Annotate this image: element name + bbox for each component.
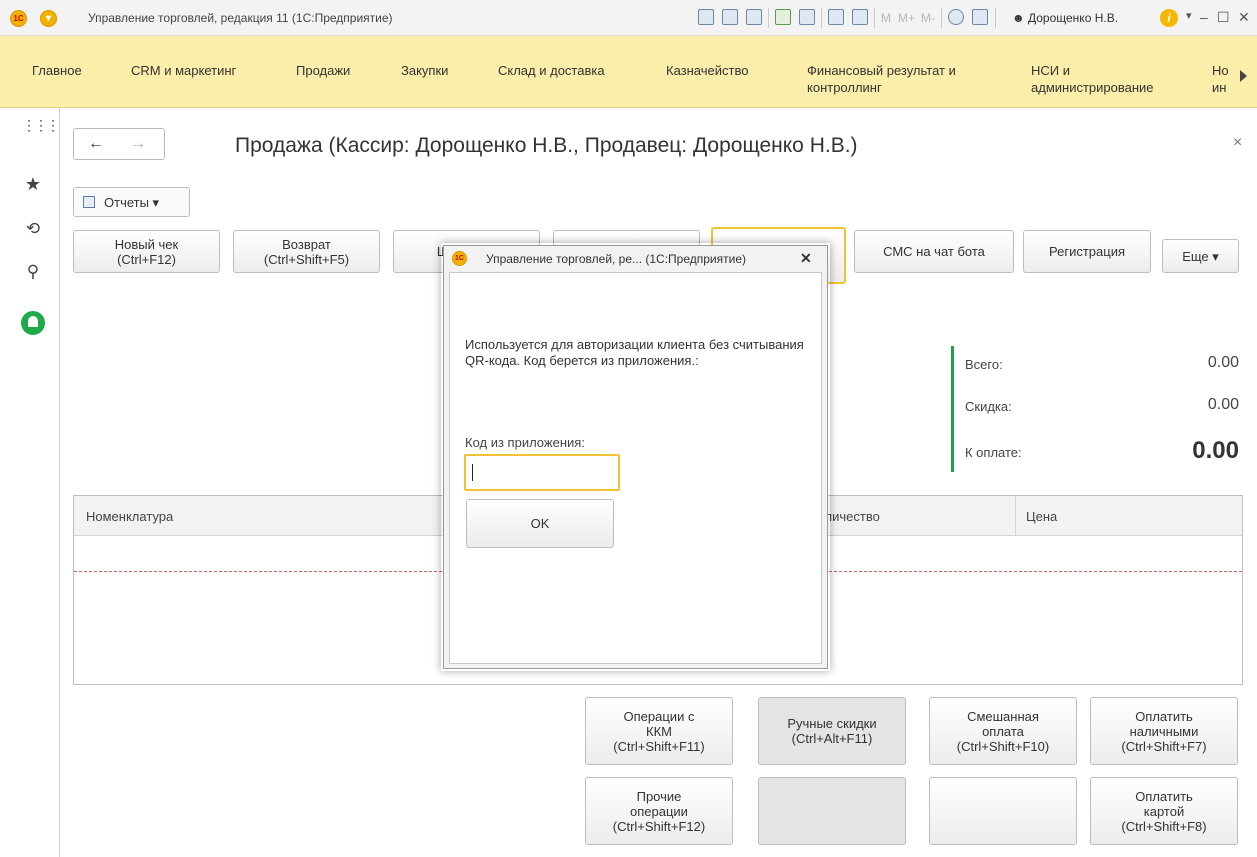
- menu-item-sales[interactable]: Продажи: [296, 62, 350, 79]
- toolbar-separator: [941, 8, 942, 28]
- left-sidebar: ⋮⋮⋮ ★ ⟲ ⚲: [0, 108, 60, 857]
- menu-item-treasury[interactable]: Казначейство: [666, 62, 748, 79]
- page-title: Продажа (Кассир: Дорощенко Н.В., Продаве…: [235, 134, 858, 157]
- menu-item-main[interactable]: Главное: [32, 62, 82, 79]
- app-logo-icon[interactable]: 1С: [10, 10, 27, 27]
- zoom-icon[interactable]: [948, 9, 964, 25]
- maximize-icon[interactable]: ☐: [1217, 9, 1230, 26]
- reports-button[interactable]: Отчеты ▾: [73, 187, 190, 217]
- apps-grid-icon[interactable]: ⋮⋮⋮: [22, 114, 60, 136]
- to-pay-label: К оплате:: [965, 445, 1022, 460]
- reports-label: Отчеты ▾: [104, 195, 160, 210]
- main-menu-dropdown-icon[interactable]: ▾: [40, 10, 57, 27]
- total-label: Всего:: [965, 357, 1003, 372]
- save-icon[interactable]: [698, 9, 714, 25]
- user-name: Дорощенко Н.В.: [1027, 11, 1119, 25]
- menu-scroll-right-icon[interactable]: [1240, 70, 1247, 82]
- total-value: 0.00: [1207, 354, 1239, 371]
- registration-button[interactable]: Регистрация: [1023, 230, 1151, 273]
- to-pay-value: 0.00: [1192, 437, 1239, 464]
- minimize-icon[interactable]: –: [1200, 9, 1208, 25]
- pay-cash-button[interactable]: Оплатить наличными (Ctrl+Shift+F7): [1090, 697, 1238, 765]
- navigation-buttons: ← →: [73, 128, 165, 160]
- upload-icon[interactable]: [775, 9, 791, 25]
- menu-item-truncated[interactable]: Но ин: [1212, 62, 1234, 96]
- notifications-bell-icon[interactable]: [21, 311, 45, 335]
- menu-item-warehouse[interactable]: Склад и доставка: [498, 62, 605, 79]
- dialog-logo-icon: 1С: [452, 251, 467, 266]
- info-icon[interactable]: i: [1160, 9, 1178, 27]
- manual-discounts-button[interactable]: Ручные скидки (Ctrl+Alt+F11): [758, 697, 906, 765]
- window-menu-dropdown-icon[interactable]: ▾: [1186, 9, 1192, 22]
- window-close-icon[interactable]: ✕: [1238, 9, 1250, 26]
- other-operations-button[interactable]: Прочие операции (Ctrl+Shift+F12): [585, 777, 733, 845]
- dialog-title: Управление торговлей, ре... (1С:Предприя…: [486, 252, 746, 266]
- forward-arrow-icon[interactable]: →: [130, 135, 146, 153]
- ok-button[interactable]: OK: [466, 499, 614, 548]
- memory-m-button[interactable]: M: [881, 11, 891, 25]
- summary-accent-bar: [951, 346, 954, 472]
- text-caret: [472, 464, 473, 481]
- memory-minus-button[interactable]: M-: [921, 11, 935, 25]
- window-title: Управление торговлей, редакция 11 (1С:Пр…: [88, 11, 393, 25]
- history-icon[interactable]: ⟲: [22, 218, 44, 240]
- discount-value: 0.00: [1207, 396, 1239, 413]
- menu-item-financial-result[interactable]: Финансовый результат и контроллинг: [807, 62, 956, 96]
- calculator-icon[interactable]: [828, 9, 844, 25]
- pay-card-button[interactable]: Оплатить картой (Ctrl+Shift+F8): [1090, 777, 1238, 845]
- sms-chatbot-button[interactable]: СМС на чат бота: [854, 230, 1014, 273]
- dialog-titlebar: 1С Управление торговлей, ре... (1С:Предп…: [444, 246, 827, 272]
- favorites-star-icon[interactable]: ★: [22, 173, 44, 195]
- column-separator: [1015, 496, 1016, 536]
- menu-item-master-data[interactable]: НСИ и администрирование: [1031, 62, 1154, 96]
- search-icon[interactable]: ⚲: [22, 261, 44, 283]
- column-header-price[interactable]: Цена: [1026, 509, 1057, 524]
- dialog-message: Используется для авторизации клиента без…: [465, 337, 804, 368]
- discount-label: Скидка:: [965, 399, 1012, 414]
- app-code-input[interactable]: [464, 454, 620, 491]
- menu-item-purchases[interactable]: Закупки: [401, 62, 448, 79]
- app-code-label: Код из приложения:: [465, 435, 585, 450]
- empty-button[interactable]: [758, 777, 906, 845]
- calendar-icon[interactable]: [852, 9, 868, 25]
- dialog-close-icon[interactable]: ✕: [800, 250, 812, 267]
- new-receipt-button[interactable]: Новый чек (Ctrl+F12): [73, 230, 220, 273]
- dialog-body: Используется для авторизации клиента без…: [449, 272, 822, 664]
- column-header-nomenclature[interactable]: Номенклатура: [86, 509, 173, 524]
- menu-item-crm[interactable]: CRM и маркетинг: [131, 62, 236, 79]
- window-titlebar: 1С ▾ Управление торговлей, редакция 11 (…: [0, 0, 1257, 36]
- copy-icon[interactable]: [799, 9, 815, 25]
- more-button[interactable]: Еще ▾: [1162, 239, 1239, 273]
- return-button[interactable]: Возврат (Ctrl+Shift+F5): [233, 230, 380, 273]
- panels-icon[interactable]: [972, 9, 988, 25]
- user-icon: ☻: [1012, 11, 1025, 25]
- current-user[interactable]: ☻ Дорощенко Н.В.: [1012, 11, 1118, 25]
- print-icon[interactable]: [722, 9, 738, 25]
- empty-button[interactable]: [929, 777, 1077, 845]
- toolbar-separator: [821, 8, 822, 28]
- mixed-payment-button[interactable]: Смешанная оплата (Ctrl+Shift+F10): [929, 697, 1077, 765]
- authorization-dialog: 1С Управление торговлей, ре... (1С:Предп…: [443, 245, 828, 669]
- toolbar-separator: [874, 8, 875, 28]
- preview-icon[interactable]: [746, 9, 762, 25]
- section-menu-bar: Главное CRM и маркетинг Продажи Закупки …: [0, 36, 1257, 108]
- toolbar-separator: [768, 8, 769, 28]
- kkm-operations-button[interactable]: Операции с ККМ (Ctrl+Shift+F11): [585, 697, 733, 765]
- back-arrow-icon[interactable]: ←: [88, 135, 104, 153]
- form-close-icon[interactable]: ×: [1233, 134, 1242, 152]
- report-icon: [83, 196, 95, 208]
- memory-plus-button[interactable]: M+: [898, 11, 915, 25]
- toolbar-separator: [995, 8, 996, 28]
